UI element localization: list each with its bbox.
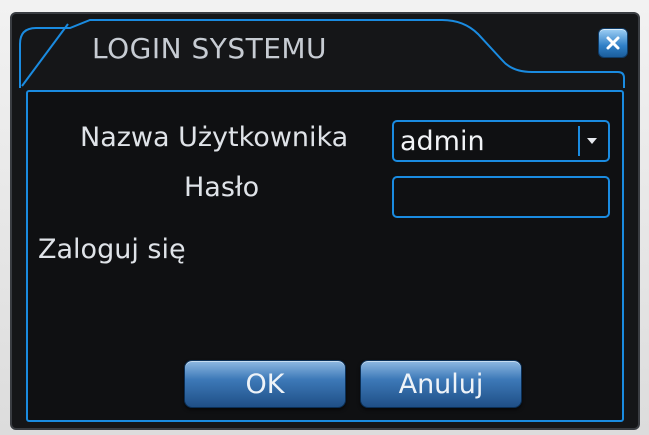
username-label: Nazwa Użytkownika [80,122,349,153]
password-input[interactable] [394,178,608,216]
password-field[interactable] [392,176,610,218]
username-dropdown-button[interactable] [578,126,604,156]
chevron-down-icon [587,138,597,144]
username-value: admin [400,126,485,157]
login-status-text: Zaloguj się [38,234,186,265]
login-dialog: LOGIN SYSTEMU Nazwa Użytkownika admin Ha… [10,12,640,430]
ok-button[interactable]: OK [184,360,346,408]
username-select[interactable]: admin [392,120,610,162]
close-button[interactable] [598,28,628,58]
cancel-button[interactable]: Anuluj [360,360,522,408]
dialog-title: LOGIN SYSTEMU [92,32,328,65]
password-label: Hasło [184,172,260,203]
close-icon [606,36,620,50]
login-panel: Nazwa Użytkownika admin Hasło Zaloguj si… [26,90,624,422]
